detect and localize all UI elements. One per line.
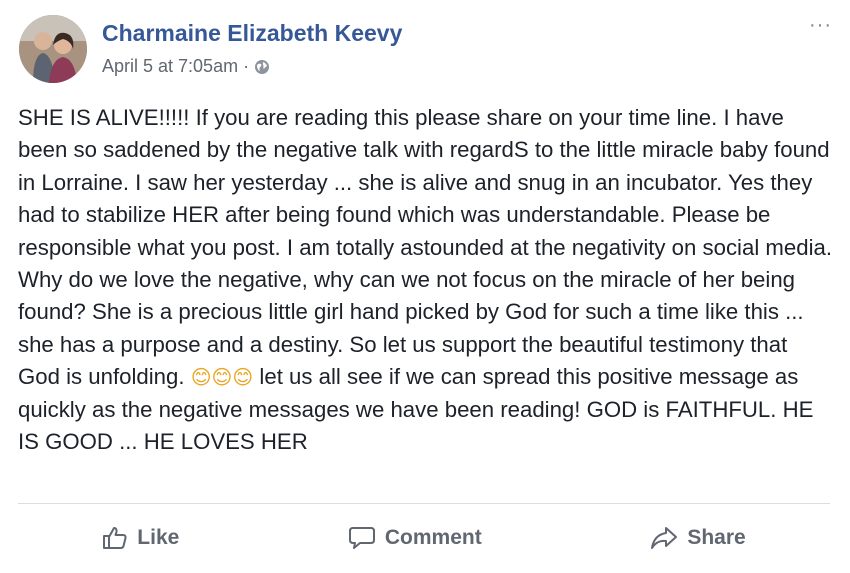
like-button[interactable]: Like bbox=[90, 519, 191, 557]
globe-icon[interactable] bbox=[254, 59, 270, 75]
share-arrow-icon bbox=[650, 525, 678, 551]
post-body: SHE IS ALIVE!!!!! If you are reading thi… bbox=[18, 102, 833, 458]
author-name-link[interactable]: Charmaine Elizabeth Keevy bbox=[102, 20, 402, 47]
comment-label: Comment bbox=[384, 526, 482, 549]
post-meta: April 5 at 7:05am · bbox=[102, 56, 270, 77]
share-button[interactable]: Share bbox=[638, 519, 757, 557]
smiling-face-emoji: 😊😊😊 bbox=[190, 365, 254, 390]
more-options-button[interactable]: ··· bbox=[809, 14, 832, 37]
share-label: Share bbox=[687, 526, 746, 549]
action-divider bbox=[18, 503, 830, 504]
post-text-part1: SHE IS ALIVE!!!!! If you are reading thi… bbox=[18, 105, 833, 390]
like-label: Like bbox=[137, 526, 180, 549]
comment-button[interactable]: Comment bbox=[336, 519, 494, 557]
post-timestamp[interactable]: April 5 at 7:05am bbox=[102, 56, 238, 77]
post-actions-bar: Like Comment Share bbox=[18, 515, 830, 561]
comment-icon bbox=[348, 525, 376, 551]
thumbs-up-icon bbox=[102, 525, 128, 551]
avatar[interactable] bbox=[19, 15, 87, 83]
meta-separator: · bbox=[243, 56, 250, 76]
